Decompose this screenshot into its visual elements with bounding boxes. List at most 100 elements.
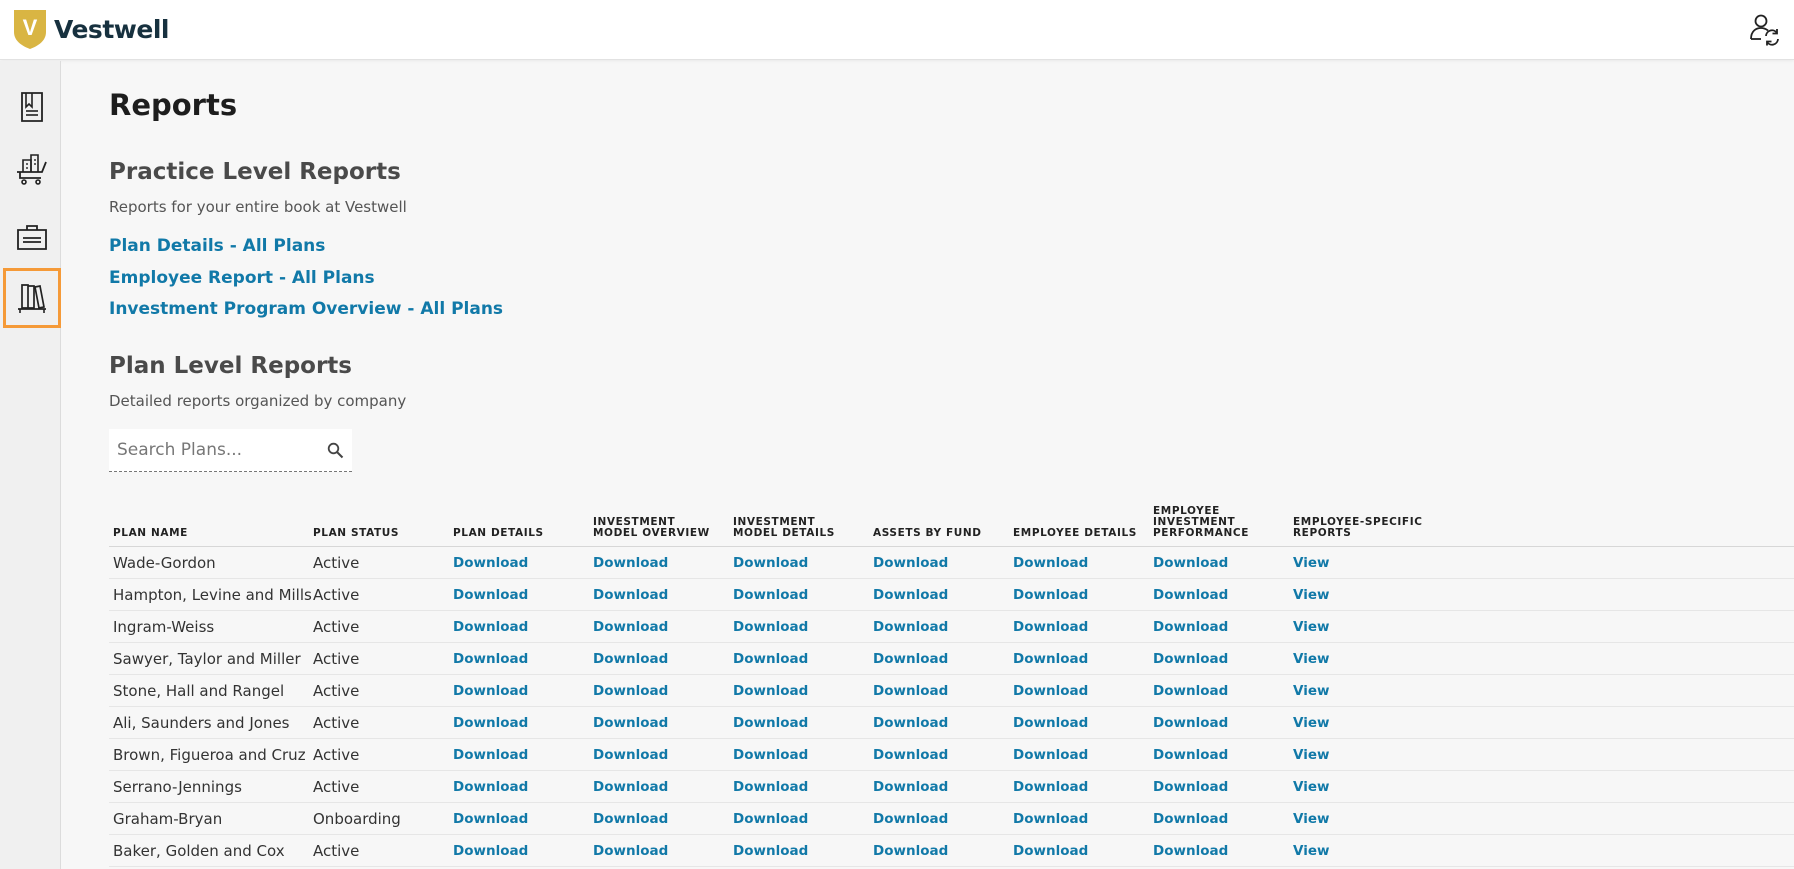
plan-status-cell: Active (313, 778, 360, 796)
investment-model-overview-download-link[interactable]: Download (593, 811, 668, 827)
search-icon[interactable] (327, 442, 344, 459)
investment-model-details-download-link[interactable]: Download (733, 811, 808, 827)
employee-investment-performance-download-link[interactable]: Download (1153, 683, 1228, 699)
main-content: Reports Practice Level Reports Reports f… (109, 0, 1794, 869)
table-body: Wade-Gordon Active Download Download Downloa… (109, 547, 1794, 867)
employee-details-download-link[interactable]: Download (1013, 683, 1088, 699)
employee-details-download-link[interactable]: Download (1013, 811, 1088, 827)
employee-details-download-link[interactable]: Download (1013, 843, 1088, 859)
assets-by-fund-download-link[interactable]: Download (873, 779, 948, 795)
employee-specific-reports-view-link[interactable]: View (1293, 811, 1329, 827)
assets-by-fund-download-link[interactable]: Download (873, 683, 948, 699)
employee-investment-performance-download-link[interactable]: Download (1153, 555, 1228, 571)
plan-details-download-link[interactable]: Download (453, 747, 528, 763)
investment-model-overview-download-link[interactable]: Download (593, 619, 668, 635)
investment-model-overview-download-link[interactable]: Download (593, 555, 668, 571)
employee-investment-performance-download-link[interactable]: Download (1153, 747, 1228, 763)
table-row: Ingram-Weiss Active Download Download Downlo… (109, 611, 1794, 643)
assets-by-fund-download-link[interactable]: Download (873, 555, 948, 571)
investment-model-details-download-link[interactable]: Download (733, 779, 808, 795)
investment-model-details-download-link[interactable]: Download (733, 587, 808, 603)
sidebar-item-portfolio[interactable] (3, 207, 61, 267)
assets-by-fund-download-link[interactable]: Download (873, 651, 948, 667)
employee-details-download-link[interactable]: Download (1013, 779, 1088, 795)
employee-specific-reports-view-link[interactable]: View (1293, 651, 1329, 667)
employee-specific-reports-view-link[interactable]: View (1293, 843, 1329, 859)
plan-details-download-link[interactable]: Download (453, 651, 528, 667)
assets-by-fund-download-link[interactable]: Download (873, 715, 948, 731)
plan-details-download-link[interactable]: Download (453, 587, 528, 603)
assets-by-fund-download-link[interactable]: Download (873, 843, 948, 859)
employee-details-download-link[interactable]: Download (1013, 715, 1088, 731)
plan-details-download-link[interactable]: Download (453, 715, 528, 731)
investment-model-overview-download-link[interactable]: Download (593, 683, 668, 699)
employee-investment-performance-download-link[interactable]: Download (1153, 651, 1228, 667)
employee-investment-performance-download-link[interactable]: Download (1153, 811, 1228, 827)
employee-specific-reports-view-link[interactable]: View (1293, 619, 1329, 635)
employee-details-download-link[interactable]: Download (1013, 587, 1088, 603)
investment-model-details-download-link[interactable]: Download (733, 715, 808, 731)
plan-details-download-link[interactable]: Download (453, 779, 528, 795)
employee-specific-reports-view-link[interactable]: View (1293, 747, 1329, 763)
investment-model-overview-download-link[interactable]: Download (593, 747, 668, 763)
employee-details-download-link[interactable]: Download (1013, 747, 1088, 763)
employee-investment-performance-download-link[interactable]: Download (1153, 619, 1228, 635)
investment-model-details-download-link[interactable]: Download (733, 843, 808, 859)
assets-by-fund-download-link[interactable]: Download (873, 811, 948, 827)
employee-investment-performance-download-link[interactable]: Download (1153, 779, 1228, 795)
plan-details-all-plans-link[interactable]: Plan Details - All Plans (109, 236, 325, 256)
table-header: PLAN NAME PLAN STATUS PLAN DETAILS INVES… (109, 496, 1794, 547)
employee-specific-reports-view-link[interactable]: View (1293, 779, 1329, 795)
employee-specific-reports-view-link[interactable]: View (1293, 715, 1329, 731)
plan-status-cell: Active (313, 618, 360, 636)
employee-details-download-link[interactable]: Download (1013, 651, 1088, 667)
sidebar-item-reports[interactable] (3, 268, 61, 328)
plan-name-cell: Graham-Bryan (113, 810, 223, 828)
employee-specific-reports-view-link[interactable]: View (1293, 587, 1329, 603)
document-list-icon (21, 92, 43, 122)
employee-details-download-link[interactable]: Download (1013, 555, 1088, 571)
investment-model-details-download-link[interactable]: Download (733, 619, 808, 635)
plan-name-cell: Hampton, Levine and Mills (113, 586, 312, 604)
column-header-plan-name[interactable]: PLAN NAME (113, 528, 188, 539)
plan-details-download-link[interactable]: Download (453, 683, 528, 699)
plan-details-download-link[interactable]: Download (453, 555, 528, 571)
table-row: Stone, Hall and Rangel Active Download Down… (109, 675, 1794, 707)
investment-model-details-download-link[interactable]: Download (733, 747, 808, 763)
sidebar-item-documents[interactable] (3, 77, 61, 137)
investment-model-overview-download-link[interactable]: Download (593, 779, 668, 795)
table-row: Hampton, Levine and Mills Active Download D… (109, 579, 1794, 611)
column-header-investment-model-overview: INVESTMENT MODEL OVERVIEW (593, 516, 710, 539)
investment-program-overview-link[interactable]: Investment Program Overview - All Plans (109, 299, 503, 319)
page-title: Reports (109, 88, 238, 122)
employee-investment-performance-download-link[interactable]: Download (1153, 843, 1228, 859)
investment-model-overview-download-link[interactable]: Download (593, 651, 668, 667)
investment-model-details-download-link[interactable]: Download (733, 683, 808, 699)
investment-model-overview-download-link[interactable]: Download (593, 715, 668, 731)
employee-specific-reports-view-link[interactable]: View (1293, 555, 1329, 571)
employee-investment-performance-download-link[interactable]: Download (1153, 715, 1228, 731)
assets-by-fund-download-link[interactable]: Download (873, 587, 948, 603)
employee-details-download-link[interactable]: Download (1013, 619, 1088, 635)
table-row: Wade-Gordon Active Download Download Downloa… (109, 547, 1794, 579)
column-header-assets-by-fund: ASSETS BY FUND (873, 527, 982, 539)
employee-report-all-plans-link[interactable]: Employee Report - All Plans (109, 268, 375, 288)
search-plans-input[interactable] (109, 429, 319, 471)
assets-by-fund-download-link[interactable]: Download (873, 747, 948, 763)
plan-status-cell: Active (313, 650, 360, 668)
column-header-plan-status[interactable]: PLAN STATUS (313, 528, 399, 539)
investment-model-details-download-link[interactable]: Download (733, 555, 808, 571)
plan-details-download-link[interactable]: Download (453, 619, 528, 635)
sidebar-item-plans[interactable] (3, 139, 61, 199)
employee-investment-performance-download-link[interactable]: Download (1153, 587, 1228, 603)
table-row: Sawyer, Taylor and Miller Active Download D… (109, 643, 1794, 675)
plan-details-download-link[interactable]: Download (453, 811, 528, 827)
investment-model-overview-download-link[interactable]: Download (593, 587, 668, 603)
investment-model-overview-download-link[interactable]: Download (593, 843, 668, 859)
employee-specific-reports-view-link[interactable]: View (1293, 683, 1329, 699)
investment-model-details-download-link[interactable]: Download (733, 651, 808, 667)
column-header-employee-details: EMPLOYEE DETAILS (1013, 527, 1137, 539)
plan-details-download-link[interactable]: Download (453, 843, 528, 859)
assets-by-fund-download-link[interactable]: Download (873, 619, 948, 635)
buildings-cart-icon (17, 154, 47, 185)
